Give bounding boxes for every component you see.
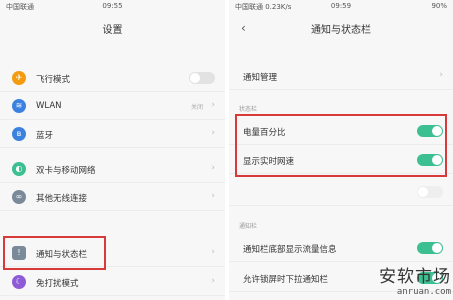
clock: 09:59 bbox=[330, 2, 352, 10]
link-icon: ∞ bbox=[12, 190, 26, 204]
airplane-mode-toggle[interactable] bbox=[189, 72, 215, 84]
chevron-right-icon: › bbox=[211, 191, 215, 201]
title-bar: 设置 bbox=[0, 12, 225, 42]
watermark-en: anruan.com bbox=[396, 287, 451, 297]
airplane-icon: ✈ bbox=[12, 71, 26, 85]
bluetooth-icon: ʙ bbox=[12, 127, 26, 141]
chevron-right-icon: › bbox=[439, 70, 443, 80]
moon-icon: ☾ bbox=[12, 275, 26, 289]
chevron-right-icon: › bbox=[211, 163, 215, 173]
watermark: 安软市场 anruan.com bbox=[379, 262, 451, 297]
chevron-right-icon: › bbox=[211, 100, 215, 110]
other-wireless-item[interactable]: ∞ 其他无线连接 › bbox=[0, 183, 225, 211]
chevron-right-icon: › bbox=[211, 247, 215, 257]
lockscreen-pulldown-label: 允许锁屏时下拉通知栏 bbox=[243, 275, 329, 285]
do-not-disturb-item[interactable]: ☾ 免打扰模式 › bbox=[0, 268, 225, 296]
traffic-info-item[interactable]: 通知栏底部显示流量信息 bbox=[229, 234, 453, 262]
sim-icon: ◐ bbox=[12, 162, 26, 176]
settings-screen: 中国联通 09:55 设置 ✈ 飞行模式 ≋ WLAN 关闭 › ʙ 蓝牙 › … bbox=[0, 0, 225, 300]
airplane-mode-label: 飞行模式 bbox=[36, 75, 71, 85]
bluetooth-item[interactable]: ʙ 蓝牙 › bbox=[0, 120, 225, 148]
clock: 09:55 bbox=[102, 2, 123, 10]
wlan-status: 关闭 bbox=[190, 104, 203, 111]
wlan-label: WLAN bbox=[36, 101, 62, 111]
traffic-info-label: 通知栏底部显示流量信息 bbox=[243, 245, 337, 255]
title-bar: ‹ 通知与状态栏 bbox=[229, 12, 453, 42]
faded-setting-item[interactable] bbox=[229, 178, 453, 206]
bluetooth-label: 蓝牙 bbox=[36, 131, 54, 141]
watermark-cn: 安软市场 bbox=[379, 267, 451, 287]
notification-management-label: 通知管理 bbox=[243, 73, 278, 83]
battery-percent: 90% bbox=[431, 2, 447, 10]
dual-sim-item[interactable]: ◐ 双卡与移动网络 › bbox=[0, 155, 225, 183]
traffic-info-toggle[interactable] bbox=[417, 242, 443, 254]
highlight-box bbox=[3, 236, 106, 270]
notification-statusbar-screen: 中国联通 0.23K/s 09:59 90% ‹ 通知与状态栏 通知管理 › 状… bbox=[229, 0, 453, 300]
chevron-right-icon: › bbox=[211, 128, 215, 138]
wlan-item[interactable]: ≋ WLAN 关闭 › bbox=[0, 92, 225, 120]
page-title: 设置 bbox=[102, 25, 123, 36]
wifi-icon: ≋ bbox=[12, 99, 26, 113]
do-not-disturb-label: 免打扰模式 bbox=[36, 279, 79, 289]
faded-setting-toggle[interactable] bbox=[417, 186, 443, 198]
section-label: 通知栏 bbox=[239, 223, 258, 230]
chevron-right-icon: › bbox=[211, 276, 215, 286]
notification-management-item[interactable]: 通知管理 › bbox=[229, 62, 453, 90]
section-label: 状态栏 bbox=[239, 106, 258, 113]
highlight-box bbox=[235, 114, 447, 177]
status-bar: 中国联通 09:55 bbox=[0, 0, 225, 12]
other-wireless-label: 其他无线连接 bbox=[36, 194, 88, 204]
status-bar: 中国联通 0.23K/s 09:59 90% bbox=[229, 0, 453, 12]
page-title: 通知与状态栏 bbox=[311, 25, 371, 36]
dual-sim-label: 双卡与移动网络 bbox=[36, 166, 96, 176]
airplane-mode-item[interactable]: ✈ 飞行模式 bbox=[0, 64, 225, 92]
